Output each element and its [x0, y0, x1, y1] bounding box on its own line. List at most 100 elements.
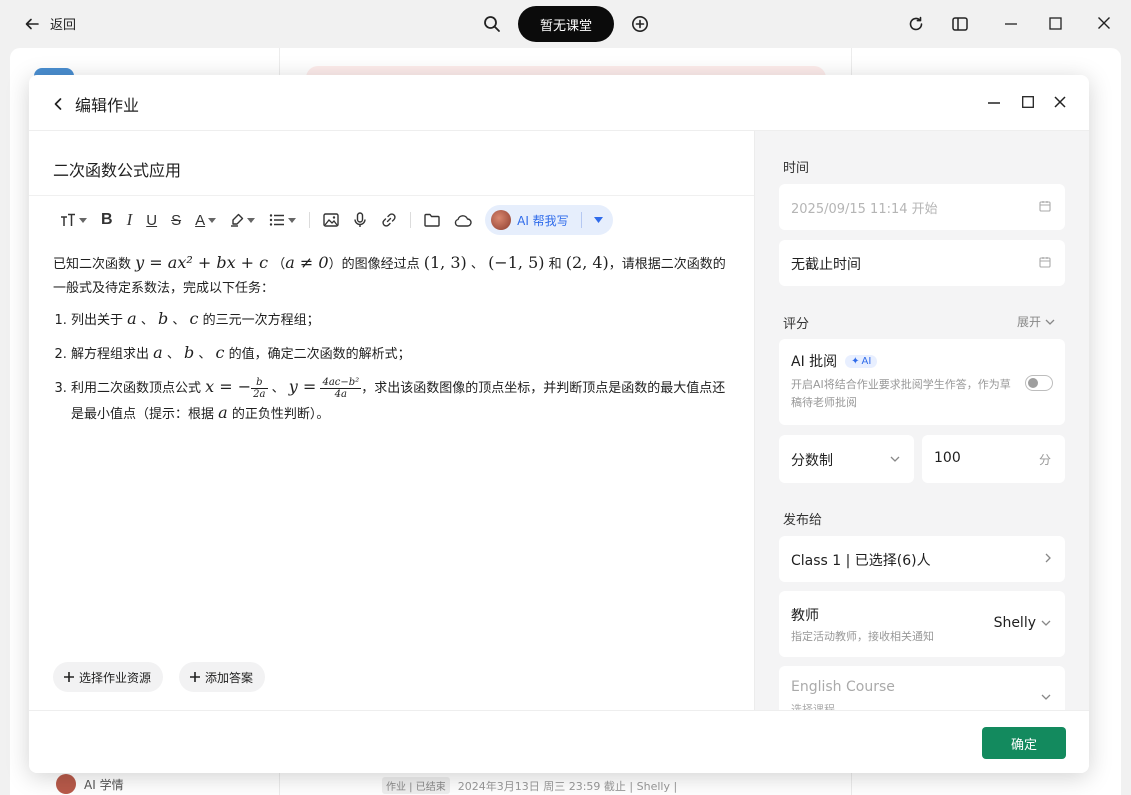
course-subtext: 选择课程: [791, 703, 835, 710]
score-unit: 分: [1038, 453, 1051, 467]
classroom-status-pill[interactable]: 暂无课堂: [518, 6, 614, 42]
score-mode-value: 分数制: [791, 453, 833, 469]
teacher-value-group: Shelly: [994, 615, 1051, 631]
font-size-icon: [60, 213, 76, 227]
back-label: 返回: [50, 18, 77, 33]
ai-insight-label: AI 学情: [84, 777, 124, 792]
homework-content[interactable]: 已知二次函数 y = ax² + bx + c （a ≠ 0）的图像经过点 (1…: [53, 251, 738, 435]
time-section-label: 时间: [783, 161, 810, 176]
course-select[interactable]: English Course 选择课程: [779, 666, 1065, 710]
image-icon[interactable]: [316, 204, 346, 236]
ai-pill-divider: [580, 212, 582, 228]
editor-area: 二次函数公式应用 B I U S A AI 帮我写 已知二次函数 y = ax²…: [29, 131, 754, 710]
deadline-value: 无截止时间: [791, 257, 861, 273]
edit-homework-dialog: 编辑作业 二次函数公式应用 B I U S A AI 帮我写 已知二次函数 y …: [29, 75, 1089, 773]
microphone-icon[interactable]: [346, 204, 374, 236]
class-select[interactable]: Class 1 | 已选择(6)人: [779, 536, 1065, 582]
toolbar-separator: [309, 212, 311, 228]
ai-write-label: AI 帮我写: [517, 213, 569, 228]
ai-write-button[interactable]: AI 帮我写: [485, 205, 613, 235]
score-mode-select[interactable]: 分数制: [779, 435, 914, 483]
list-item: 利用二次函数顶点公式 x = −b2a 、 y = 4ac−b²4a，求出该函数…: [71, 375, 738, 427]
caret-down-icon: [79, 217, 87, 223]
chevron-down-icon: [1041, 620, 1051, 626]
dialog-header: 编辑作业: [29, 75, 1089, 131]
calendar-icon: [1039, 200, 1051, 212]
italic-icon[interactable]: I: [120, 204, 140, 236]
add-answer-label: 添加答案: [205, 670, 254, 685]
ai-insight-entry[interactable]: AI 学情: [56, 774, 124, 794]
folder-icon[interactable]: [417, 204, 447, 236]
list-button[interactable]: [262, 204, 303, 236]
start-time-field[interactable]: 2025/09/15 11:14 开始: [779, 184, 1065, 230]
dialog-close-icon[interactable]: [1054, 96, 1066, 108]
add-answer-button[interactable]: 添加答案: [179, 662, 266, 692]
select-resource-label: 选择作业资源: [79, 670, 152, 685]
calendar-icon: [1039, 256, 1051, 268]
chevron-right-icon: [1045, 553, 1051, 563]
dialog-footer: 确定: [29, 710, 1089, 773]
select-resource-button[interactable]: 选择作业资源: [53, 662, 164, 692]
refresh-icon[interactable]: [907, 15, 925, 33]
settings-panel: 时间 2025/09/15 11:14 开始 无截止时间 评分 展开 AI 批阅…: [754, 131, 1089, 710]
chevron-left-icon[interactable]: [51, 97, 65, 111]
font-color-icon: A: [195, 211, 206, 229]
dialog-title-group: 编辑作业: [51, 92, 139, 116]
toggle-knob: [1028, 377, 1038, 388]
back-button[interactable]: 返回: [24, 14, 76, 33]
maximize-icon[interactable]: [1049, 17, 1062, 30]
confirm-button[interactable]: 确定: [982, 727, 1066, 759]
toolbar-separator: [410, 212, 412, 228]
font-size-button[interactable]: [53, 204, 94, 236]
caret-down-icon: [208, 217, 217, 223]
start-time-value: 2025/09/15 11:14 开始: [791, 202, 938, 217]
course-placeholder: English Course: [791, 679, 895, 695]
ai-review-description: 开启AI将结合作业要求批阅学生作答，作为草稿待老师批阅: [791, 378, 1011, 409]
ai-avatar: [56, 774, 76, 794]
class-select-value: Class 1 | 已选择(6)人: [791, 553, 931, 569]
search-icon[interactable]: [483, 15, 501, 33]
score-value-input[interactable]: 100 分: [922, 435, 1065, 483]
deadline-field[interactable]: 无截止时间: [779, 240, 1065, 286]
chevron-down-icon: [1045, 319, 1055, 325]
background-status-line: 作业 | 已结束 2024年3月13日 周三 23:59 截止 | Shelly…: [382, 777, 677, 794]
chevron-down-icon: [1041, 694, 1051, 700]
expand-toggle[interactable]: 展开: [1017, 313, 1055, 330]
teacher-value: Shelly: [993, 615, 1036, 631]
caret-down-icon[interactable]: [593, 217, 603, 223]
highlight-button[interactable]: [223, 204, 262, 236]
editor-toolbar: B I U S A AI 帮我写: [53, 204, 613, 236]
score-value: 100: [934, 450, 961, 466]
cloud-icon[interactable]: [447, 204, 479, 236]
teacher-label: 教师: [791, 608, 819, 624]
ai-badge: ✦ AI: [845, 354, 878, 368]
caret-down-icon: [247, 217, 256, 223]
bold-icon[interactable]: B: [94, 204, 120, 236]
task-list: 列出关于 a 、 b 、 c 的三元一次方程组； 解方程组求出 a 、 b 、 …: [53, 307, 738, 427]
grading-section-label: 评分: [783, 317, 810, 332]
add-circle-icon[interactable]: [631, 15, 649, 33]
dialog-minimize-icon[interactable]: [988, 102, 1000, 104]
ai-review-toggle[interactable]: [1025, 375, 1053, 391]
dialog-maximize-icon[interactable]: [1022, 96, 1034, 108]
homework-title-input[interactable]: 二次函数公式应用: [53, 157, 181, 181]
ai-review-card: AI 批阅 ✦ AI 开启AI将结合作业要求批阅学生作答，作为草稿待老师批阅: [779, 339, 1065, 425]
close-window-icon[interactable]: [1097, 16, 1111, 30]
window-topbar: 返回 暂无课堂: [0, 0, 1131, 48]
expand-label: 展开: [1017, 315, 1042, 329]
minimize-icon[interactable]: [1004, 18, 1018, 30]
sidebar-toggle-icon[interactable]: [951, 15, 969, 33]
status-text: 2024年3月13日 周三 23:59 截止 | Shelly |: [457, 779, 678, 793]
underline-icon[interactable]: U: [139, 204, 164, 236]
status-tag: 作业 | 已结束: [382, 777, 450, 794]
ai-review-header: AI 批阅 ✦ AI: [791, 351, 878, 371]
plus-icon: [189, 671, 201, 683]
link-icon[interactable]: [374, 204, 404, 236]
teacher-select[interactable]: 教师 指定活动教师，接收相关通知 Shelly: [779, 591, 1065, 657]
list-item: 解方程组求出 a 、 b 、 c 的值，确定二次函数的解析式；: [71, 341, 738, 367]
ai-review-title: AI 批阅: [791, 354, 838, 370]
plus-icon: [63, 671, 75, 683]
dialog-title: 编辑作业: [75, 96, 140, 115]
strikethrough-icon[interactable]: S: [164, 204, 188, 236]
font-color-button[interactable]: A: [188, 204, 223, 236]
